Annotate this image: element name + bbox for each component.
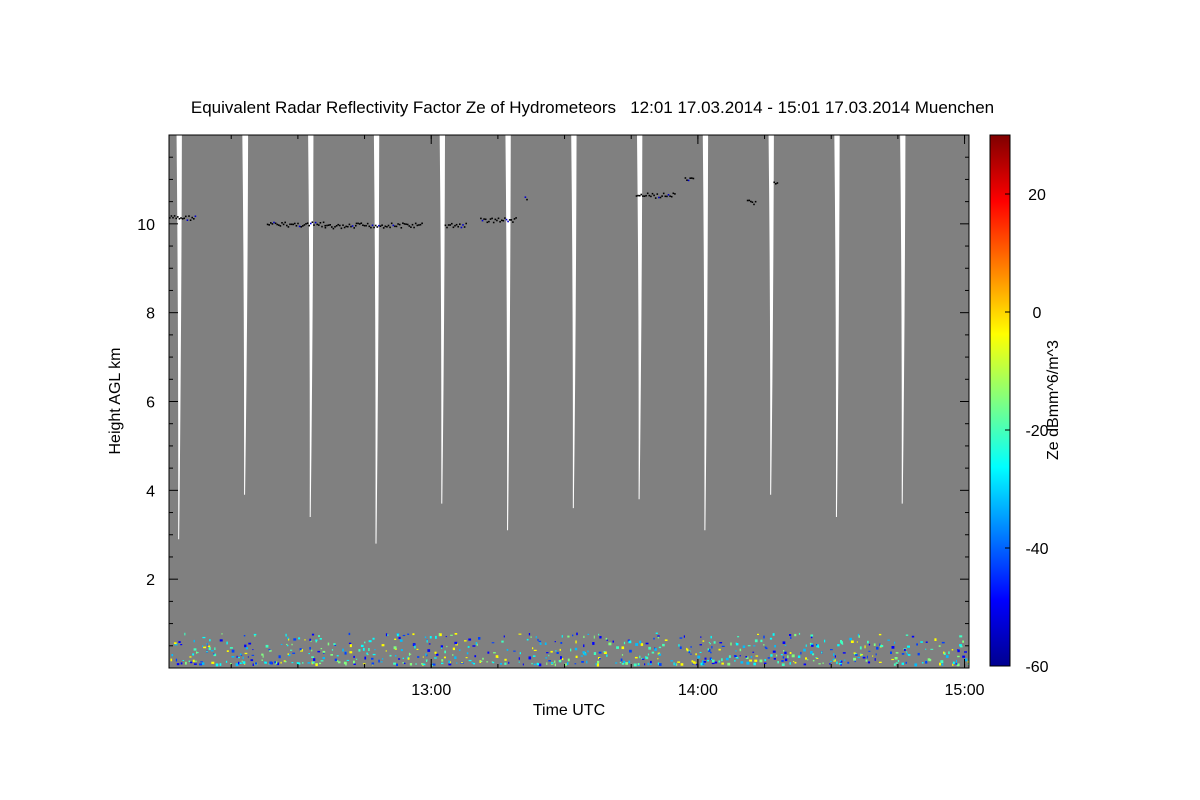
x-tick-label-2: 15:00 [945, 682, 985, 699]
x-axis-label: Time UTC [533, 702, 605, 719]
colorbar-tick-label-1: -40 [1025, 541, 1048, 558]
colorbar-tick-label-3: 0 [1033, 305, 1042, 322]
y-tick-label-3: 8 [146, 306, 155, 323]
x-tick-label-0: 13:00 [411, 682, 451, 699]
y-tick-label-2: 6 [146, 395, 155, 412]
colorbar-label: Ze dBmm^6/m^3 [1045, 340, 1062, 460]
y-axis-label: Height AGL km [107, 347, 124, 454]
colorbar: -60-40-20020 Ze dBmm^6/m^3 [989, 134, 1062, 676]
colorbar-gradient [989, 134, 1011, 667]
y-tick-label-4: 10 [137, 217, 155, 234]
colorbar-ticks: -60-40-20020 [1005, 187, 1049, 676]
y-tick-label-0: 2 [146, 572, 155, 589]
colorbar-tick-label-0: -60 [1025, 659, 1048, 676]
x-tick-label-1: 14:00 [678, 682, 718, 699]
radar-chart: 13:00 14:00 15:00 2 4 6 8 10 Time UTC Height A… [107, 134, 1062, 719]
colorbar-tick-label-4: 20 [1028, 187, 1046, 204]
reflectivity-fill [169, 135, 969, 668]
plot-area [169, 135, 969, 668]
y-tick-label-1: 4 [146, 483, 155, 500]
